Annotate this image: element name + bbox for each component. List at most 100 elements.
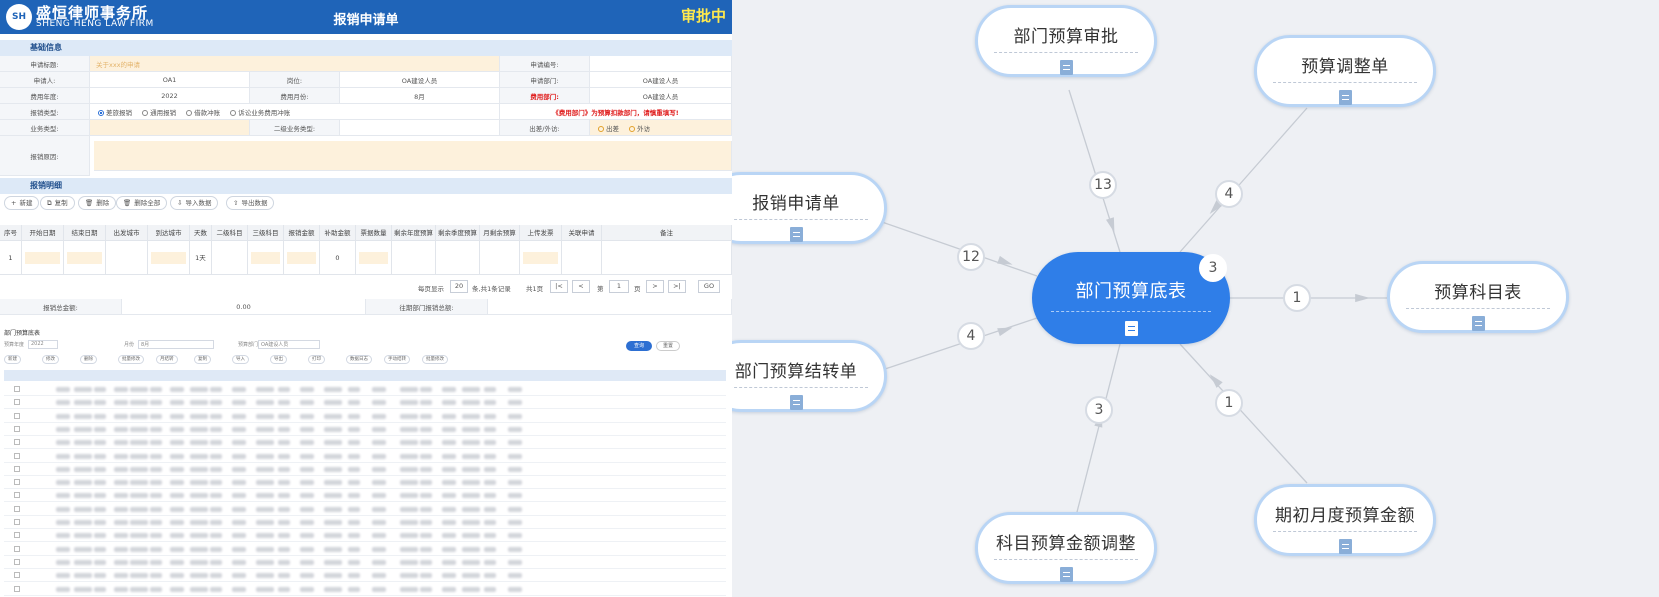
page-size-select[interactable]: 20 [450, 280, 468, 293]
export-button[interactable]: ⇧ 导出数据 [226, 196, 275, 210]
filter-box[interactable]: 2022 [28, 340, 58, 349]
next-page-button[interactable]: > [646, 280, 664, 293]
table-row[interactable] [4, 583, 726, 596]
inner-toolbar-button[interactable]: 导出 [270, 355, 287, 364]
row-checkbox[interactable] [14, 558, 20, 565]
row-checkbox[interactable] [14, 452, 20, 459]
first-page-button[interactable]: |< [550, 280, 568, 293]
delete-all-button[interactable]: 🗑 删除全部 [116, 196, 168, 210]
form-row: 申请人: OA1 岗位: OA建设人员 申请部门: OA建设人员 [0, 72, 732, 88]
table-row[interactable] [4, 556, 726, 569]
row-checkbox[interactable] [14, 412, 20, 419]
grid-cell[interactable] [64, 241, 106, 275]
delete-button[interactable]: 🗑 删除 [78, 196, 117, 210]
radio-button[interactable] [186, 109, 193, 116]
node-budget-carryover[interactable]: 部门预算结转单 [732, 340, 887, 412]
node-budget-adjustment[interactable]: 预算调整单 [1254, 35, 1436, 107]
inner-toolbar-button[interactable]: 批量修改 [422, 355, 448, 364]
inner-toolbar-button[interactable]: 新建 [4, 355, 21, 364]
row-checkbox[interactable] [14, 465, 20, 472]
table-row[interactable] [4, 543, 726, 556]
table-row[interactable] [4, 516, 726, 529]
grid-cell[interactable]: 0 [320, 241, 356, 275]
reset-button[interactable]: 重置 [656, 341, 680, 351]
inner-toolbar-button[interactable]: 复制 [194, 355, 211, 364]
row-checkbox[interactable] [14, 519, 20, 525]
radio-button[interactable] [598, 125, 604, 132]
grid-cell[interactable] [562, 241, 602, 275]
radio-button[interactable] [142, 109, 149, 116]
inner-toolbar-button[interactable]: 数据日志 [346, 355, 372, 364]
cost-dept-select[interactable]: OA建设人员 [590, 91, 731, 101]
inner-toolbar-button[interactable]: 导入 [232, 355, 249, 364]
radio-button[interactable] [230, 109, 237, 116]
table-row[interactable] [4, 476, 726, 490]
inner-toolbar-button[interactable]: 月结转 [156, 355, 178, 364]
query-button[interactable]: 查询 [626, 341, 652, 351]
grid-cell[interactable] [602, 241, 732, 275]
copy-button[interactable]: ⧉ 复制 [40, 196, 75, 210]
row-checkbox[interactable] [14, 492, 20, 499]
row-checkbox[interactable] [14, 399, 20, 406]
row-checkbox[interactable] [14, 505, 20, 512]
last-page-button[interactable]: >| [668, 280, 686, 293]
prev-page-button[interactable]: < [572, 280, 590, 293]
filter-box[interactable]: OA建设人员 [258, 340, 320, 349]
grid-cell[interactable]: 1天 [190, 241, 212, 275]
grid-cell[interactable]: 1 [0, 241, 22, 275]
detail-toolbar: + 新建 ⧉ 复制 🗑 删除 🗑 删除全部 ⇩ 导入数据 ⇧ 导出数据 [0, 194, 732, 212]
table-row[interactable] [4, 529, 726, 543]
inner-toolbar-button[interactable]: 删除 [80, 355, 97, 364]
import-button[interactable]: ⇩ 导入数据 [170, 196, 219, 210]
document-icon [1472, 316, 1485, 331]
node-dept-budget-approval[interactable]: 部门预算审批 [975, 5, 1157, 77]
grid-cell[interactable] [436, 241, 480, 275]
grid-cell[interactable] [520, 241, 562, 275]
inner-toolbar-button[interactable]: 打印 [308, 355, 325, 364]
table-row[interactable] [4, 463, 726, 476]
apply-title-input[interactable]: 关于xxx的申请 [90, 59, 499, 69]
table-row[interactable] [4, 383, 726, 396]
row-checkbox[interactable] [14, 532, 20, 539]
table-row[interactable] [4, 423, 726, 436]
page-input[interactable]: 1 [609, 280, 629, 293]
grid-cell[interactable] [106, 241, 148, 275]
table-row[interactable] [4, 410, 726, 423]
radio-button[interactable] [629, 125, 636, 132]
node-budget-subject-table[interactable]: 预算科目表 [1387, 261, 1569, 333]
grid-cell[interactable] [248, 241, 284, 275]
table-row[interactable] [4, 569, 726, 583]
node-expense-application[interactable]: 报销申请单 [732, 172, 887, 244]
row-checkbox[interactable] [14, 585, 20, 592]
new-button[interactable]: + 新建 [4, 196, 40, 210]
grid-cell[interactable] [284, 241, 320, 275]
node-subject-budget-adjustment[interactable]: 科目预算金额调整 [975, 512, 1157, 584]
node-opening-monthly-budget[interactable]: 期初月度预算金额 [1254, 484, 1436, 556]
grid-cell[interactable] [212, 241, 248, 275]
table-row[interactable] [4, 436, 726, 450]
inner-toolbar-button[interactable]: 批量修改 [118, 355, 144, 364]
row-checkbox[interactable] [14, 425, 20, 432]
grid-cell[interactable] [356, 241, 392, 275]
radio-button[interactable] [98, 109, 104, 116]
row-checkbox[interactable] [14, 545, 20, 552]
go-button[interactable]: GO [698, 280, 720, 293]
table-row[interactable] [4, 503, 726, 516]
inner-toolbar-button[interactable]: 修改 [42, 355, 59, 364]
filter-box[interactable]: 8月 [138, 340, 214, 349]
row-checkbox[interactable] [14, 572, 20, 579]
grid-cell[interactable] [480, 241, 520, 275]
grid-cell[interactable] [148, 241, 190, 275]
table-row[interactable] [4, 396, 726, 410]
grid-cell[interactable] [392, 241, 436, 275]
table-row[interactable] [4, 450, 726, 463]
row-checkbox[interactable] [14, 479, 20, 486]
row-checkbox[interactable] [14, 386, 20, 392]
biz-type2-value[interactable] [340, 120, 500, 136]
grid-cell[interactable] [22, 241, 64, 275]
row-checkbox[interactable] [14, 439, 20, 446]
reason-textarea[interactable] [94, 141, 732, 171]
biz-type-select[interactable] [90, 120, 250, 136]
inner-toolbar-button[interactable]: 手动结转 [384, 355, 410, 364]
table-row[interactable] [4, 489, 726, 503]
